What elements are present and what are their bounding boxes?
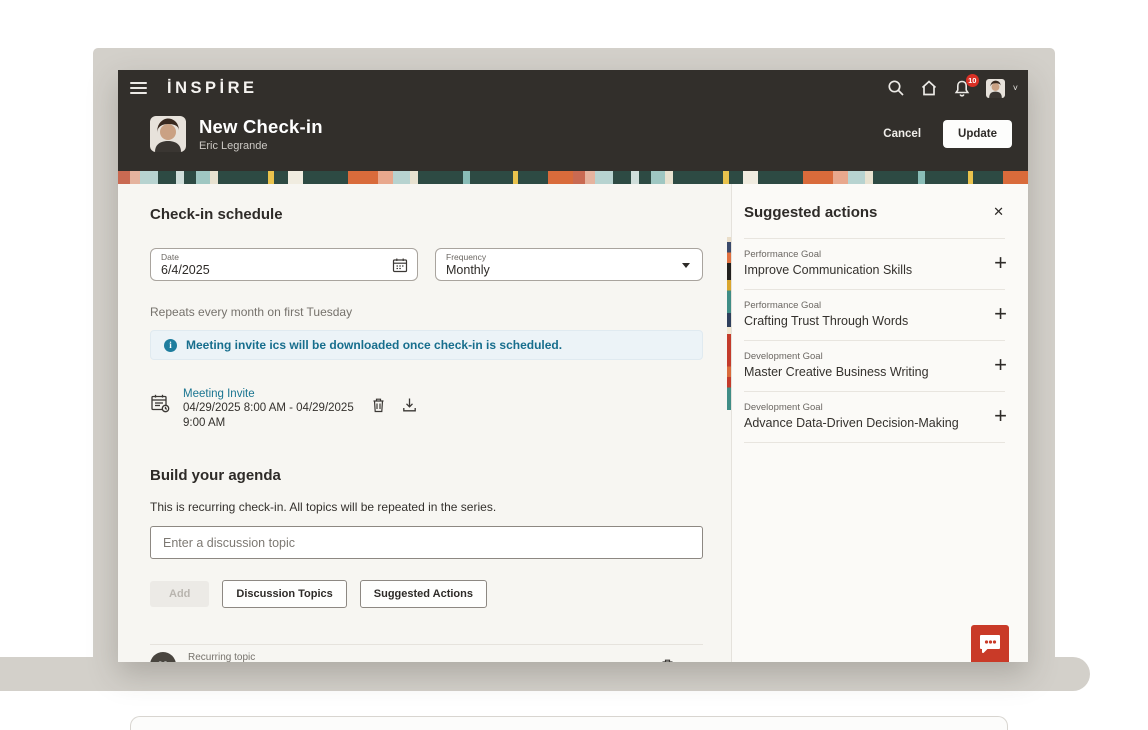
- goal-list: Performance Goal Improve Communication S…: [744, 238, 1005, 443]
- info-icon: i: [164, 339, 177, 352]
- add-goal-icon[interactable]: +: [994, 405, 1007, 427]
- meeting-invite-row: Meeting Invite 04/29/2025 8:00 AM - 04/2…: [150, 388, 703, 431]
- add-goal-icon[interactable]: +: [994, 354, 1007, 376]
- backdrop-band: [0, 657, 1090, 691]
- cancel-button[interactable]: Cancel: [883, 128, 921, 140]
- close-icon[interactable]: ✕: [991, 202, 1006, 222]
- user-avatar[interactable]: [986, 79, 1005, 98]
- goal-category: Development Goal: [744, 402, 977, 413]
- home-icon[interactable]: [920, 79, 938, 97]
- app-window: İNSPİRE 10: [118, 70, 1028, 662]
- goal-title: Crafting Trust Through Words: [744, 314, 977, 328]
- schedule-section-title: Check-in schedule: [150, 206, 703, 223]
- info-banner-text: Meeting invite ics will be downloaded on…: [186, 338, 562, 352]
- goal-title: Improve Communication Skills: [744, 263, 977, 277]
- goal-title: Advance Data-Driven Decision-Making: [744, 416, 977, 430]
- chat-button[interactable]: [971, 625, 1009, 662]
- topic-text: Recurring topic New learning opportuniti…: [188, 652, 349, 662]
- notifications-bell-icon[interactable]: 10: [953, 79, 971, 97]
- decorative-banner: [118, 171, 1028, 184]
- goal-category: Performance Goal: [744, 249, 977, 260]
- main-content: Check-in schedule Date 6/4/2025: [150, 184, 703, 662]
- add-button[interactable]: Add: [150, 581, 209, 607]
- goal-category: Development Goal: [744, 351, 977, 362]
- calendar-clock-icon: [150, 393, 170, 413]
- add-goal-icon[interactable]: +: [994, 252, 1007, 274]
- top-bar: İNSPİRE 10: [118, 70, 1028, 171]
- info-banner: i Meeting invite ics will be downloaded …: [150, 330, 703, 360]
- discussion-topics-button[interactable]: Discussion Topics: [222, 580, 346, 608]
- agenda-section-title: Build your agenda: [150, 467, 703, 484]
- chevron-right-icon[interactable]: ›: [698, 657, 703, 662]
- meeting-invite-info: Meeting Invite 04/29/2025 8:00 AM - 04/2…: [183, 388, 359, 431]
- app-logo: İNSPİRE: [167, 79, 258, 98]
- download-invite-icon[interactable]: [402, 397, 417, 413]
- employee-avatar: [150, 116, 186, 152]
- frequency-select-label: Frequency: [446, 252, 692, 262]
- frequency-select-value: Monthly: [446, 263, 692, 277]
- page-header-row: New Check-in Eric Legrande Cancel Update: [150, 114, 1012, 154]
- date-field-value: 6/4/2025: [161, 263, 407, 277]
- panel-title: Suggested actions: [744, 204, 877, 221]
- date-field-label: Date: [161, 252, 407, 262]
- page-title-block: New Check-in Eric Legrande: [199, 116, 323, 152]
- chevron-down-icon[interactable]: ˅: [1013, 83, 1018, 93]
- update-button[interactable]: Update: [943, 120, 1012, 148]
- topic-list-item[interactable]: 99 Recurring topic New learning opportun…: [150, 645, 703, 662]
- delete-invite-icon[interactable]: [371, 397, 386, 413]
- panel-header: Suggested actions ✕: [732, 184, 1028, 222]
- schedule-fields: Date 6/4/2025 Frequency Monthly: [150, 248, 703, 281]
- goal-category: Performance Goal: [744, 300, 977, 311]
- goal-title: Master Creative Business Writing: [744, 365, 977, 379]
- menu-icon[interactable]: [130, 82, 147, 95]
- meeting-invite-time: 04/29/2025 8:00 AM - 04/29/2025 9:00 AM: [183, 401, 359, 431]
- notification-badge: 10: [966, 74, 979, 87]
- next-card-peek: [130, 716, 1008, 730]
- employee-name: Eric Legrande: [199, 140, 323, 152]
- search-icon[interactable]: [887, 79, 905, 97]
- agenda-note: This is recurring check-in. All topics w…: [150, 500, 703, 514]
- suggested-actions-button[interactable]: Suggested Actions: [360, 580, 487, 608]
- frequency-select[interactable]: Frequency Monthly: [435, 248, 703, 281]
- global-nav-row: İNSPİRE 10: [130, 77, 1018, 99]
- suggested-actions-panel: Suggested actions ✕ Performance Goal Imp…: [731, 184, 1028, 662]
- page-title: New Check-in: [199, 116, 323, 138]
- goal-item: Performance Goal Improve Communication S…: [744, 239, 1005, 290]
- global-actions: 10 ˅: [887, 79, 1018, 98]
- discussion-topic-input[interactable]: [150, 526, 703, 559]
- goal-item: Development Goal Master Creative Busines…: [744, 341, 1005, 392]
- delete-topic-icon[interactable]: [660, 658, 675, 662]
- goal-item: Performance Goal Crafting Trust Through …: [744, 290, 1005, 341]
- agenda-buttons: Add Discussion Topics Suggested Actions: [150, 580, 703, 608]
- meeting-invite-link[interactable]: Meeting Invite: [183, 388, 359, 400]
- goal-item: Development Goal Advance Data-Driven Dec…: [744, 392, 1005, 443]
- topic-count-badge: 99: [150, 652, 176, 662]
- calendar-icon[interactable]: [392, 257, 408, 273]
- add-goal-icon[interactable]: +: [994, 303, 1007, 325]
- topic-kind: Recurring topic: [188, 652, 349, 662]
- dropdown-caret-icon[interactable]: [682, 263, 690, 268]
- date-field[interactable]: Date 6/4/2025: [150, 248, 418, 281]
- repeats-text: Repeats every month on first Tuesday: [150, 305, 703, 319]
